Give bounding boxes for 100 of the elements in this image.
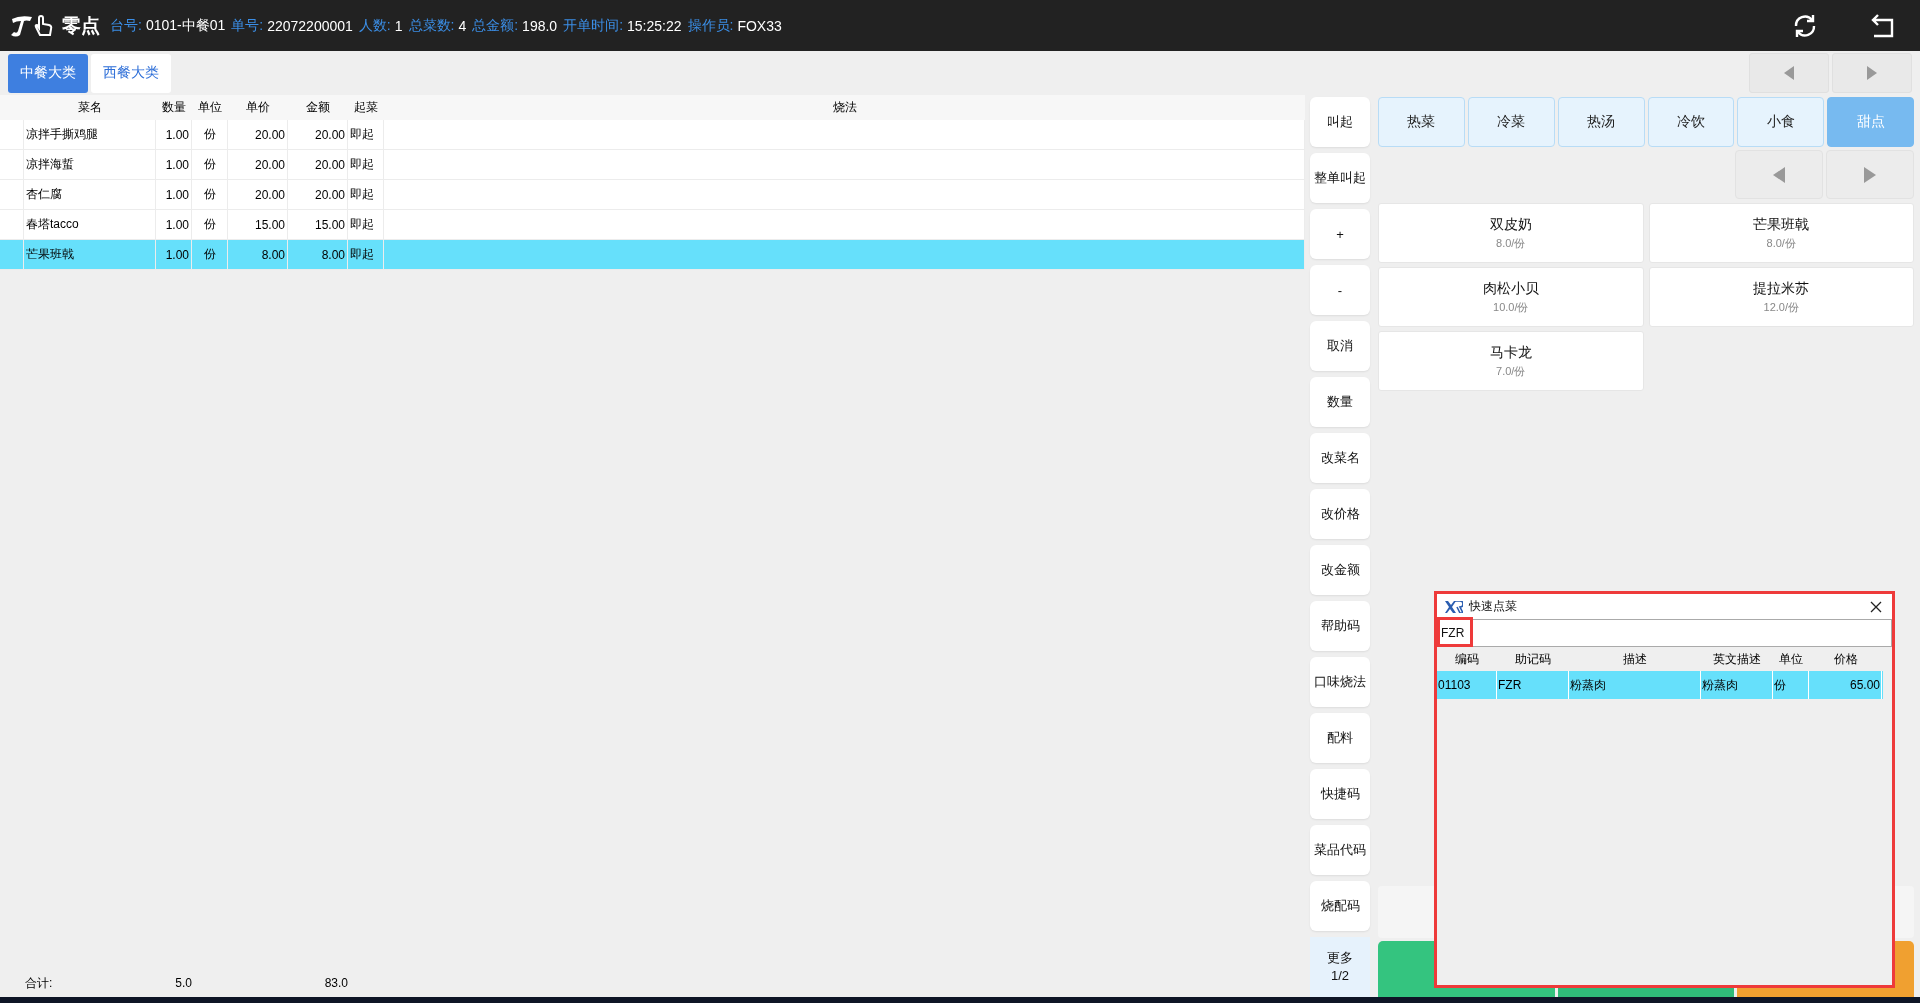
table-cell: 20.00 <box>314 157 345 172</box>
info-value: 15:25:22 <box>627 17 682 34</box>
search-field[interactable]: FZR <box>1437 619 1892 647</box>
action-button[interactable]: 叫起 <box>1310 97 1370 147</box>
table-cell: 1.00 <box>165 217 189 232</box>
action-button[interactable]: 数量 <box>1310 377 1370 427</box>
category-tab[interactable]: 冷饮 <box>1647 97 1735 147</box>
info-label: 人数: <box>358 16 391 35</box>
category-tab[interactable]: 小食 <box>1737 97 1825 147</box>
info-label: 开单时间: <box>563 16 624 35</box>
table-cell: 20.00 <box>254 157 285 172</box>
info-value: FOX33 <box>737 17 782 34</box>
table-cell: 65.00 <box>1849 678 1880 692</box>
info-value: 4 <box>458 17 467 34</box>
table-cell: 即起 <box>350 186 374 203</box>
dish-price: 8.0/份 <box>1496 235 1526 251</box>
order-row[interactable]: 春塔tacco 1.00 份 15.00 15.00 即起 <box>0 210 1305 240</box>
dish-name: 双皮奶 <box>1489 215 1532 234</box>
info-value: 198.0 <box>522 17 558 34</box>
xr-logo-icon <box>1445 600 1463 613</box>
action-button[interactable]: 配料 <box>1310 713 1370 763</box>
dish-card[interactable]: 双皮奶 8.0/份 <box>1378 203 1644 263</box>
dialog-title: 快速点菜 <box>1469 598 1517 615</box>
column-header: 编码 <box>1454 650 1480 668</box>
left-arrow-icon <box>1773 166 1785 183</box>
category-tab[interactable]: 热汤 <box>1557 97 1645 147</box>
action-button[interactable]: 改金额 <box>1310 545 1370 595</box>
dish-card[interactable]: 提拉米苏 12.0/份 <box>1648 267 1914 327</box>
next-page-button[interactable] <box>1826 150 1914 199</box>
action-button[interactable]: 整单叫起 <box>1310 153 1370 203</box>
action-button[interactable]: 口味烧法 <box>1310 657 1370 707</box>
table-cell: 春塔tacco <box>26 216 79 233</box>
column-header: 单价 <box>245 99 271 116</box>
menu-tab[interactable]: 中餐大类 <box>8 53 88 93</box>
action-button[interactable]: 改价格 <box>1310 489 1370 539</box>
category-tab[interactable]: 冷菜 <box>1467 97 1555 147</box>
menu-tab[interactable]: 西餐大类 <box>91 53 171 93</box>
action-button[interactable]: 菜品代码 <box>1310 825 1370 875</box>
previous-page-button[interactable] <box>1735 150 1823 199</box>
result-row[interactable]: 01103 FZR 粉蒸肉 粉蒸肉 份 65.00 <box>1437 671 1883 699</box>
close-icon[interactable] <box>1870 600 1882 613</box>
column-header: 价格 <box>1832 650 1859 668</box>
action-button[interactable]: - <box>1310 265 1370 315</box>
info-value: 1 <box>394 17 403 34</box>
table-cell: 份 <box>1774 676 1786 694</box>
dish-name: 肉松小贝 <box>1482 279 1539 298</box>
dish-card[interactable]: 芒果班戟 8.0/份 <box>1648 203 1914 263</box>
refresh-icon[interactable] <box>1792 12 1818 39</box>
table-cell: 即起 <box>350 156 374 173</box>
total-quantity: 5.0 <box>175 976 192 990</box>
info-label: 操作员: <box>687 16 734 35</box>
table-cell: 20.00 <box>314 127 345 142</box>
table-cell: 即起 <box>350 216 374 233</box>
column-header: 菜名 <box>77 99 103 116</box>
previous-page-button[interactable] <box>1749 53 1829 93</box>
table-cell: 8.00 <box>261 247 285 262</box>
table-cell: 凉拌手撕鸡腿 <box>26 126 98 143</box>
table-cell: 份 <box>203 156 216 173</box>
table-cell: 15.00 <box>254 217 285 232</box>
dish-card[interactable]: 肉松小贝 10.0/份 <box>1378 267 1644 327</box>
dish-price: 8.0/份 <box>1766 235 1796 251</box>
total-amount: 83.0 <box>324 976 348 990</box>
column-header: 起菜 <box>353 99 379 116</box>
right-arrow-icon <box>1867 66 1877 80</box>
dish-price: 10.0/份 <box>1493 299 1529 315</box>
info-label: 总金额: <box>472 16 519 35</box>
order-row[interactable]: 杏仁腐 1.00 份 20.00 20.00 即起 <box>0 180 1305 210</box>
info-label: 单号: <box>231 16 264 35</box>
order-row[interactable]: 凉拌海蜇 1.00 份 20.00 20.00 即起 <box>0 150 1305 180</box>
category-tab[interactable]: 热菜 <box>1378 97 1465 147</box>
action-button[interactable]: 快捷码 <box>1310 769 1370 819</box>
action-button[interactable]: 取消 <box>1310 321 1370 371</box>
order-row[interactable]: 凉拌手撕鸡腿 1.00 份 20.00 20.00 即起 <box>0 120 1305 150</box>
table-cell: 1.00 <box>165 247 189 262</box>
table-cell: 15.00 <box>314 217 345 232</box>
dish-price: 7.0/份 <box>1496 363 1526 379</box>
column-header: 英文描述 <box>1712 650 1762 668</box>
action-button[interactable]: 改菜名 <box>1310 433 1370 483</box>
dish-name: 马卡龙 <box>1489 343 1532 362</box>
total-label: 合计: <box>24 974 54 992</box>
table-cell: 20.00 <box>314 187 345 202</box>
table-cell: 01103 <box>1438 678 1471 692</box>
action-button[interactable]: 更多 1/2 <box>1310 937 1370 997</box>
info-value: 0101-中餐01 <box>145 16 226 35</box>
logo-text: 零点 <box>62 13 100 38</box>
table-cell: 凉拌海蜇 <box>26 156 74 173</box>
table-cell: 1.00 <box>165 157 189 172</box>
info-label: 台号: <box>110 16 142 35</box>
table-cell: 份 <box>203 216 216 233</box>
dish-card[interactable]: 马卡龙 7.0/份 <box>1378 331 1644 391</box>
action-button[interactable]: + <box>1310 209 1370 259</box>
column-header: 描述 <box>1622 650 1648 668</box>
table-cell: 8.00 <box>321 247 345 262</box>
action-button[interactable]: 帮助码 <box>1310 601 1370 651</box>
table-cell: FZR <box>1498 678 1522 692</box>
column-header: 金额 <box>305 99 331 116</box>
next-page-button[interactable] <box>1832 53 1912 93</box>
order-row[interactable]: 芒果班戟 1.00 份 8.00 8.00 即起 <box>0 240 1305 270</box>
action-button[interactable]: 烧配码 <box>1310 881 1370 931</box>
dish-price: 12.0/份 <box>1763 299 1799 315</box>
